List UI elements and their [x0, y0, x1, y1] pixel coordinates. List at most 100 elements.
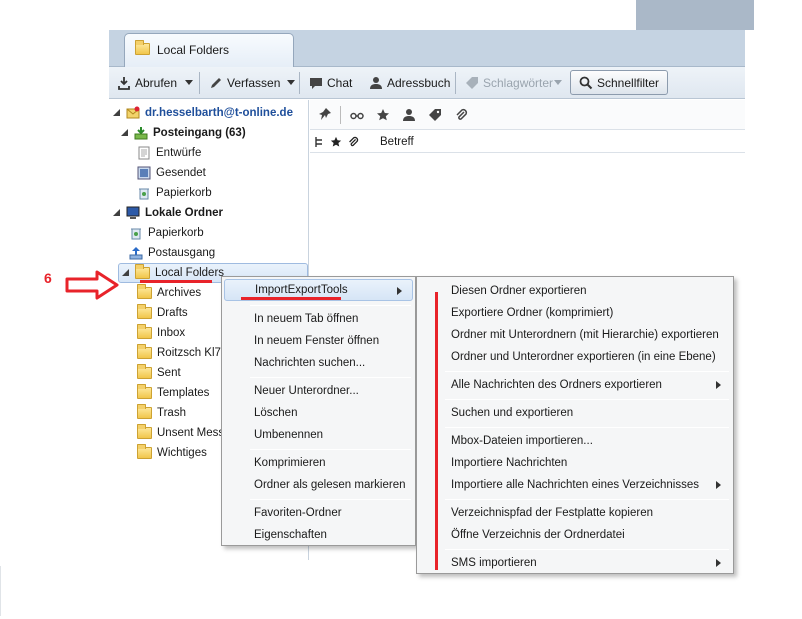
menu-search-messages[interactable]: Nachrichten suchen... [224, 352, 413, 374]
schlagwoerter-dropdown-icon[interactable] [554, 80, 562, 85]
menu-compact[interactable]: Komprimieren [224, 452, 413, 474]
menu-export-compressed[interactable]: Exportiere Ordner (komprimiert) [419, 302, 731, 324]
menu-separator [445, 499, 729, 500]
twisty-open-icon [122, 269, 130, 277]
menu-export-flat[interactable]: Ordner und Unterordner exportieren (in e… [419, 346, 731, 368]
menu-delete[interactable]: Löschen [224, 402, 413, 424]
chat-icon [310, 78, 322, 89]
folder-icon [137, 444, 152, 459]
folder-icon [137, 304, 152, 319]
menu-export-all-messages[interactable]: Alle Nachrichten des Ordners exportieren [419, 374, 731, 396]
chat-label: Chat [327, 76, 353, 90]
drafts-icon [138, 146, 150, 160]
toolbar-separator [199, 72, 200, 94]
menu-item-label: In neuem Fenster öffnen [254, 335, 380, 347]
menu-export-hierarchy[interactable]: Ordner mit Unterordnern (mit Hierarchie)… [419, 324, 731, 346]
annotation-underline [140, 280, 212, 283]
trash-icon [131, 228, 141, 240]
folder-sent[interactable]: Sent [137, 363, 181, 383]
trash-icon [139, 188, 149, 200]
folder-papierkorb-account[interactable]: Papierkorb [137, 183, 212, 203]
schnellfilter-button[interactable]: Schnellfilter [570, 70, 669, 95]
star-icon[interactable] [376, 108, 390, 122]
sent-icon [137, 166, 151, 180]
menu-copy-path[interactable]: Verzeichnispfad der Festplatte kopieren [419, 502, 731, 524]
menu-separator [250, 377, 411, 378]
folder-icon [137, 364, 152, 379]
menu-separator [250, 499, 411, 500]
chat-button[interactable]: Chat [309, 73, 352, 93]
menu-new-subfolder[interactable]: Neuer Unterordner... [224, 380, 413, 402]
folder-roitzsch[interactable]: Roitzsch Kl7d [137, 343, 227, 363]
tab-label: Local Folders [157, 43, 230, 57]
abrufen-button[interactable]: Abrufen [117, 73, 177, 93]
menu-import-directory[interactable]: Importiere alle Nachrichten eines Verzei… [419, 474, 731, 496]
menu-open-tab[interactable]: In neuem Tab öffnen [224, 308, 413, 330]
menu-item-label: Verzeichnispfad der Festplatte kopieren [451, 507, 654, 519]
folder-icon [135, 264, 150, 279]
folder-posteingang[interactable]: Posteingang (63) [121, 123, 246, 143]
folder-papierkorb-local[interactable]: Papierkorb [129, 223, 204, 243]
menu-item-label: Öffne Verzeichnis der Ordnerdatei [451, 529, 625, 541]
folder-entwuerfe[interactable]: Entwürfe [137, 143, 201, 163]
attachment-icon[interactable] [454, 108, 468, 122]
tag-icon[interactable] [428, 108, 442, 122]
menu-open-directory[interactable]: Öffne Verzeichnis der Ordnerdatei [419, 524, 731, 546]
menu-import-mbox[interactable]: Mbox-Dateien importieren... [419, 430, 731, 452]
folder-unsent[interactable]: Unsent Messa [137, 423, 231, 443]
column-betreff[interactable]: Betreff [380, 136, 414, 148]
menu-export-folder[interactable]: Diesen Ordner exportieren [419, 280, 731, 302]
menu-open-window[interactable]: In neuem Fenster öffnen [224, 330, 413, 352]
abrufen-dropdown-icon[interactable] [185, 80, 193, 85]
tab-local-folders[interactable]: Local Folders [124, 33, 294, 67]
folder-archives[interactable]: Archives [137, 283, 201, 303]
folder-label: Archives [157, 287, 202, 299]
star-column-icon[interactable] [330, 136, 342, 148]
schlagwoerter-button[interactable]: Schlagwörter [465, 73, 553, 93]
folder-label: Unsent Messa [157, 427, 231, 439]
folder-wichtiges[interactable]: Wichtiges [137, 443, 207, 463]
pin-icon[interactable] [318, 107, 334, 123]
attachment-column-icon[interactable] [347, 136, 359, 148]
twisty-open-icon [113, 109, 121, 117]
submenu-arrow-icon [716, 381, 721, 389]
gesendet-label: Gesendet [156, 167, 206, 179]
menu-favorite[interactable]: Favoriten-Ordner [224, 502, 413, 524]
menu-item-label: Nachrichten suchen... [254, 357, 366, 369]
folder-drafts[interactable]: Drafts [137, 303, 188, 323]
folder-trash[interactable]: Trash [137, 403, 186, 423]
menu-item-label: Diesen Ordner exportieren [451, 285, 587, 297]
window-corner-block [636, 0, 754, 30]
menu-rename[interactable]: Umbenennen [224, 424, 413, 446]
lokale-ordner-row[interactable]: Lokale Ordner [113, 203, 223, 223]
folder-label: Wichtiges [157, 447, 207, 459]
menu-search-export[interactable]: Suchen und exportieren [419, 402, 731, 424]
folder-postausgang[interactable]: Postausgang [129, 243, 215, 263]
importexport-submenu: Diesen Ordner exportieren Exportiere Ord… [416, 276, 734, 574]
submenu-arrow-icon [397, 287, 402, 295]
menu-properties[interactable]: Eigenschaften [224, 524, 413, 546]
account-row[interactable]: dr.hesselbarth@t-online.de [113, 103, 293, 123]
toolbar-separator [299, 72, 300, 94]
separator [340, 106, 341, 124]
menu-item-label: Alle Nachrichten des Ordners exportieren [451, 379, 662, 391]
folder-templates[interactable]: Templates [137, 383, 209, 403]
menu-mark-read[interactable]: Ordner als gelesen markieren [224, 474, 413, 496]
adressbuch-button[interactable]: Adressbuch [369, 73, 450, 93]
folder-label: Inbox [157, 327, 186, 339]
papierkorb-label: Papierkorb [148, 227, 204, 239]
postausgang-label: Postausgang [148, 247, 216, 259]
menu-item-label: Löschen [254, 407, 298, 419]
glasses-icon[interactable] [350, 108, 364, 122]
folder-inbox[interactable]: Inbox [137, 323, 185, 343]
verfassen-button[interactable]: Verfassen [209, 73, 280, 93]
folder-gesendet[interactable]: Gesendet [137, 163, 206, 183]
thread-column-icon[interactable] [314, 136, 324, 148]
schlagwoerter-label: Schlagwörter [483, 76, 554, 90]
search-icon [579, 76, 593, 89]
menu-import-sms[interactable]: SMS importieren [419, 552, 731, 574]
verfassen-dropdown-icon[interactable] [287, 80, 295, 85]
contact-icon[interactable] [402, 108, 416, 122]
menu-import-messages[interactable]: Importiere Nachrichten [419, 452, 731, 474]
menu-item-label: ImportExportTools [255, 284, 348, 296]
